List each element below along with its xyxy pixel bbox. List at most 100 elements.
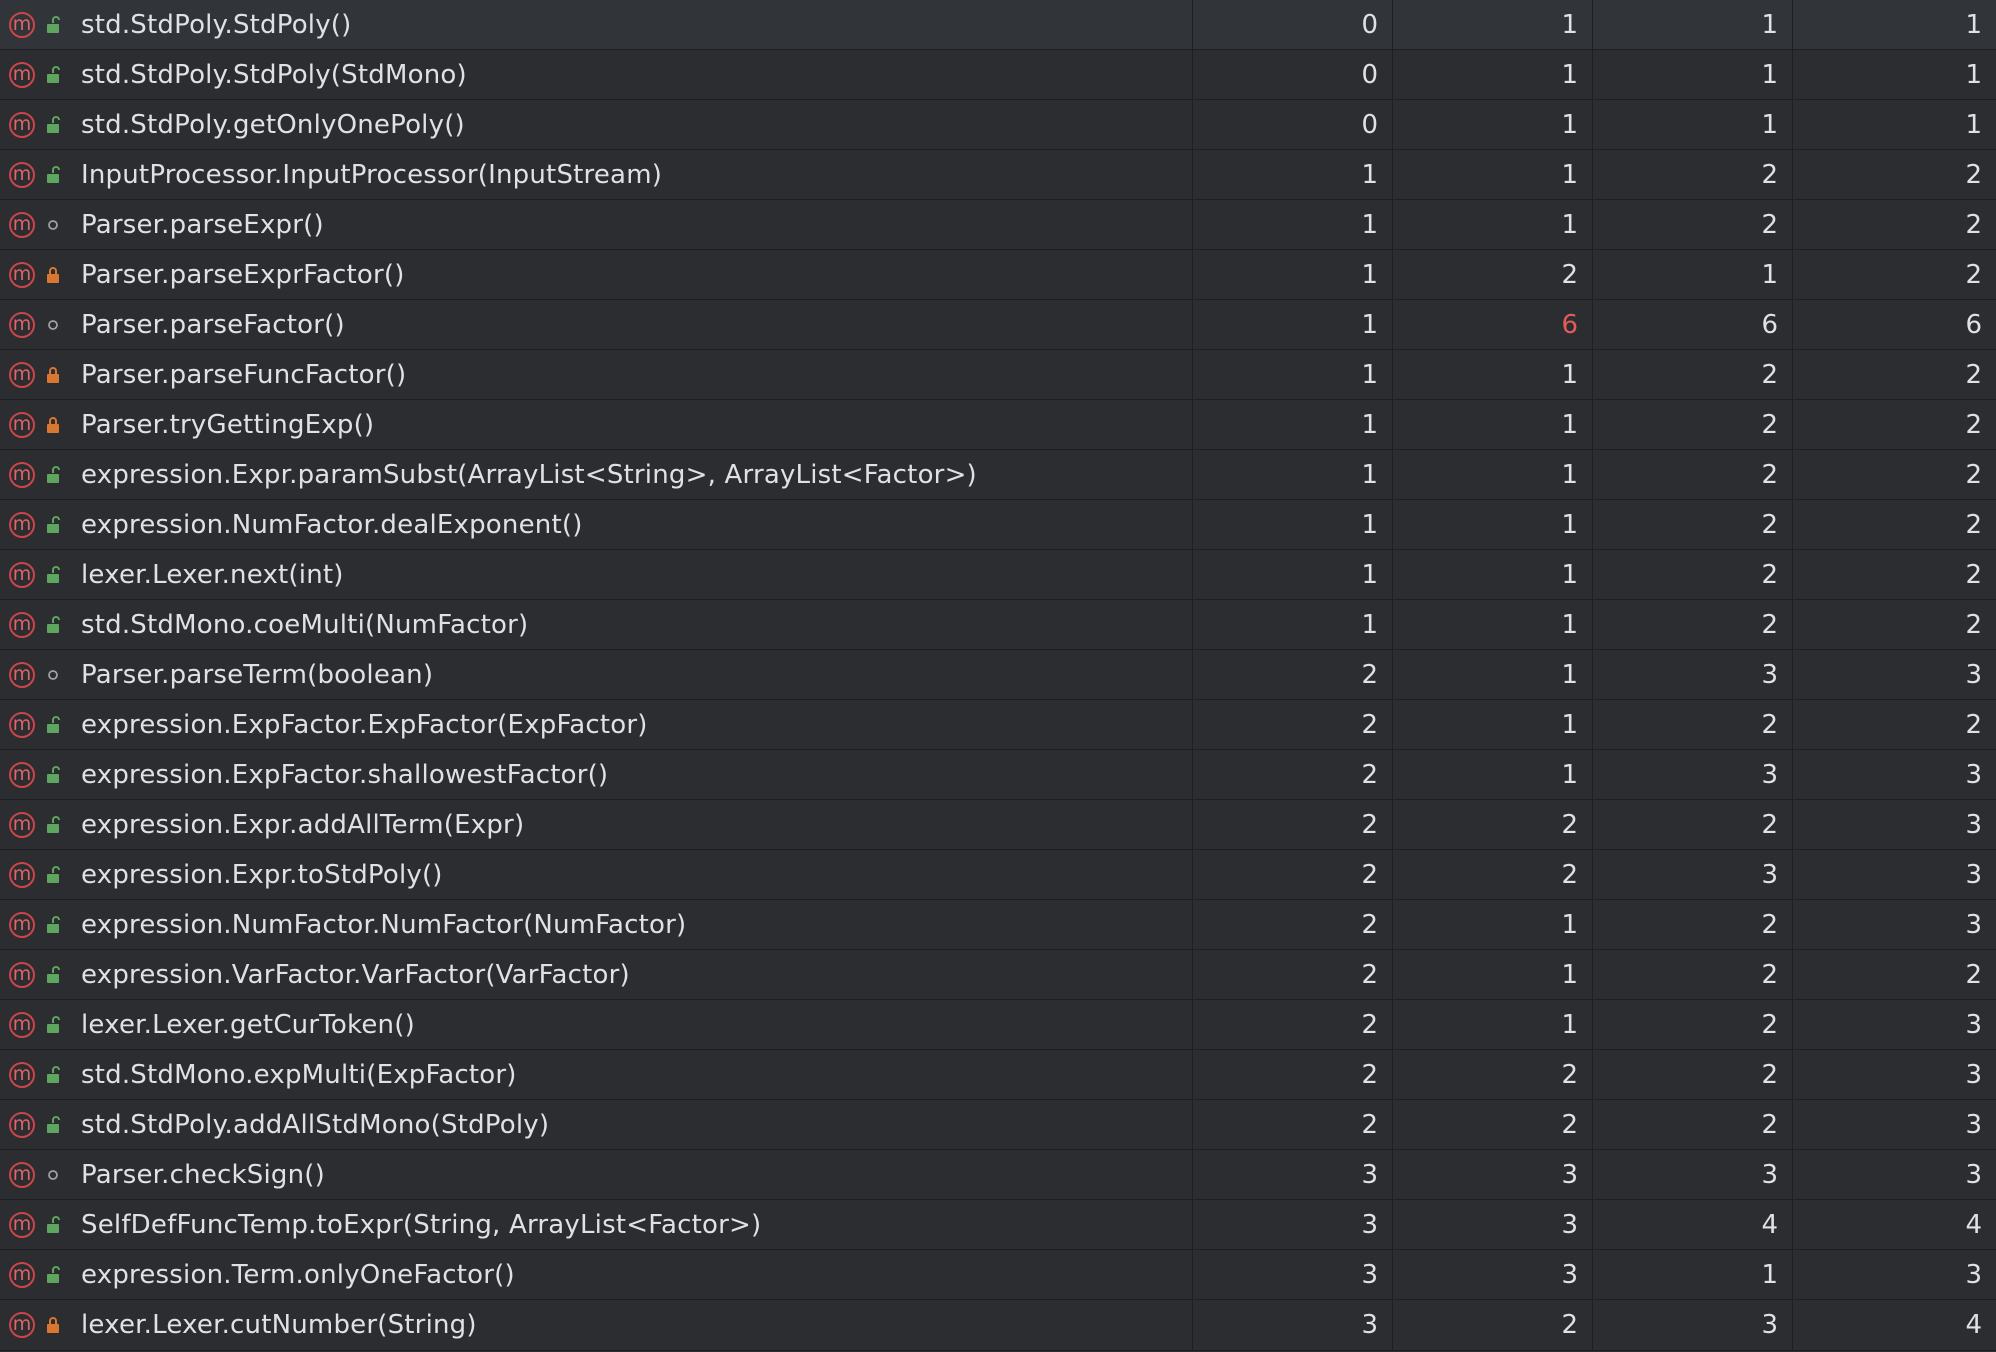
method-cell[interactable]: m expression.NumFactor.dealExponent() — [0, 500, 1193, 549]
table-row[interactable]: m expression.ExpFactor.ExpFactor(ExpFacto… — [0, 700, 1996, 750]
table-row[interactable]: m expression.VarFactor.VarFactor(VarFacto… — [0, 950, 1996, 1000]
table-row[interactable]: m expression.Term.onlyOneFactor() 3 3 1 3 — [0, 1250, 1996, 1300]
method-cell[interactable]: m Parser.parseFactor() — [0, 300, 1193, 349]
method-cell[interactable]: m lexer.Lexer.cutNumber(String) — [0, 1300, 1193, 1350]
metric-cell-1: 2 — [1193, 850, 1393, 899]
method-cell[interactable]: m lexer.Lexer.getCurToken() — [0, 1000, 1193, 1049]
method-cell[interactable]: m Parser.parseExpr() — [0, 200, 1193, 249]
table-row[interactable]: m std.StdMono.expMulti(ExpFactor) 2 2 2 3 — [0, 1050, 1996, 1100]
metric-cell-4: 2 — [1965, 259, 1982, 290]
method-icon: m — [9, 1011, 35, 1038]
table-row[interactable]: m std.StdPoly.StdPoly() 0 1 1 1 — [0, 0, 1996, 50]
method-cell[interactable]: m Parser.parseTerm(boolean) — [0, 650, 1193, 699]
table-row[interactable]: m std.StdPoly.StdPoly(StdMono) 0 1 1 1 — [0, 50, 1996, 100]
method-cell[interactable]: m std.StdPoly.addAllStdMono(StdPoly) — [0, 1100, 1193, 1149]
method-cell[interactable]: m std.StdMono.coeMulti(NumFactor) — [0, 600, 1193, 649]
package-circle-icon — [44, 215, 62, 235]
method-cell[interactable]: m lexer.Lexer.next(int) — [0, 550, 1193, 599]
method-icon: m — [9, 661, 35, 688]
method-icon: m — [9, 1061, 35, 1088]
metric-cell-4: 2 — [1965, 609, 1982, 640]
metric-cell-2: 3 — [1393, 1250, 1593, 1299]
package-circle-icon — [44, 665, 62, 685]
method-cell[interactable]: m Parser.parseExprFactor() — [0, 250, 1193, 299]
public-unlocked-icon — [44, 515, 62, 535]
method-cell[interactable]: m expression.VarFactor.VarFactor(VarFacto… — [0, 950, 1193, 999]
table-row[interactable]: m expression.Expr.addAllTerm(Expr) 2 2 2 3 — [0, 800, 1996, 850]
metric-cell-4: 2 — [1965, 159, 1982, 190]
metric-cell-1: 1 — [1193, 250, 1393, 299]
method-icon: m — [9, 11, 35, 38]
method-cell[interactable]: m Parser.checkSign() — [0, 1150, 1193, 1199]
metric-cell-2: 1 — [1393, 0, 1593, 49]
metric-cell-2: 1 — [1393, 150, 1593, 199]
method-cell[interactable]: m expression.Expr.paramSubst(ArrayList<St… — [0, 450, 1193, 499]
table-row[interactable]: m InputProcessor.InputProcessor(InputStre… — [0, 150, 1996, 200]
method-icon: m — [9, 961, 35, 988]
method-cell[interactable]: m expression.Expr.toStdPoly() — [0, 850, 1193, 899]
table-row[interactable]: m lexer.Lexer.getCurToken() 2 1 2 3 — [0, 1000, 1996, 1050]
method-name: InputProcessor.InputProcessor(InputStrea… — [81, 159, 663, 190]
method-cell[interactable]: m InputProcessor.InputProcessor(InputStre… — [0, 150, 1193, 199]
table-row[interactable]: m Parser.parseExpr() 1 1 2 2 — [0, 200, 1996, 250]
table-row[interactable]: m expression.ExpFactor.shallowestFactor()… — [0, 750, 1996, 800]
method-name: Parser.parseExpr() — [81, 209, 324, 240]
metric-cell-2: 1 — [1393, 750, 1593, 799]
metric-cell-2: 1 — [1393, 450, 1593, 499]
table-row[interactable]: m std.StdPoly.getOnlyOnePoly() 0 1 1 1 — [0, 100, 1996, 150]
public-unlocked-icon — [44, 565, 62, 585]
metric-cell-1: 2 — [1193, 800, 1393, 849]
method-cell[interactable]: m Parser.tryGettingExp() — [0, 400, 1193, 449]
table-row[interactable]: m expression.NumFactor.dealExponent() 1 1 2 2 — [0, 500, 1996, 550]
private-lock-icon — [44, 265, 62, 285]
method-cell[interactable]: m expression.Expr.addAllTerm(Expr) — [0, 800, 1193, 849]
method-cell[interactable]: m std.StdPoly.StdPoly(StdMono) — [0, 50, 1193, 99]
method-name: lexer.Lexer.cutNumber(String) — [81, 1310, 477, 1340]
table-row[interactable]: m Parser.parseFuncFactor() 1 1 2 2 — [0, 350, 1996, 400]
table-row[interactable]: m Parser.tryGettingExp() 1 1 2 2 — [0, 400, 1996, 450]
table-row[interactable]: m Parser.parseTerm(boolean) 2 1 3 3 — [0, 650, 1996, 700]
table-row[interactable]: m expression.Expr.toStdPoly() 2 2 3 3 — [0, 850, 1996, 900]
method-icon: m — [9, 361, 35, 388]
metric-cell-2: 1 — [1393, 900, 1593, 949]
metric-cell-4: 2 — [1965, 709, 1982, 740]
metric-cell-4: 4 — [1965, 1209, 1982, 1240]
table-row[interactable]: m Parser.parseFactor() 1 6 6 6 — [0, 300, 1996, 350]
metric-cell-4: 3 — [1965, 759, 1982, 790]
table-row[interactable]: m Parser.checkSign() 3 3 3 3 — [0, 1150, 1996, 1200]
method-icon: m — [9, 561, 35, 588]
table-row[interactable]: m SelfDefFuncTemp.toExpr(String, ArrayLis… — [0, 1200, 1996, 1250]
method-icon: m — [9, 461, 35, 488]
method-cell[interactable]: m SelfDefFuncTemp.toExpr(String, ArrayLis… — [0, 1200, 1193, 1249]
table-row[interactable]: m expression.NumFactor.NumFactor(NumFacto… — [0, 900, 1996, 950]
metric-cell-2: 1 — [1393, 1000, 1593, 1049]
metric-cell-1: 2 — [1193, 750, 1393, 799]
metric-cell-3: 3 — [1593, 650, 1793, 699]
method-cell[interactable]: m expression.ExpFactor.ExpFactor(ExpFacto… — [0, 700, 1193, 749]
method-name: std.StdPoly.StdPoly(StdMono) — [81, 59, 467, 90]
table-row[interactable]: m expression.Expr.paramSubst(ArrayList<St… — [0, 450, 1996, 500]
metric-cell-3: 2 — [1593, 350, 1793, 399]
metric-cell-4: 3 — [1965, 1009, 1982, 1040]
table-row[interactable]: m std.StdMono.coeMulti(NumFactor) 1 1 2 2 — [0, 600, 1996, 650]
metric-cell-1: 0 — [1193, 0, 1393, 49]
metric-cell-1: 2 — [1193, 700, 1393, 749]
method-icon: m — [9, 411, 35, 438]
method-cell[interactable]: m std.StdMono.expMulti(ExpFactor) — [0, 1050, 1193, 1099]
metric-cell-4: 3 — [1965, 1109, 1982, 1140]
method-cell[interactable]: m std.StdPoly.StdPoly() — [0, 0, 1193, 49]
metric-cell-2: 2 — [1393, 1100, 1593, 1149]
table-row[interactable]: m lexer.Lexer.next(int) 1 1 2 2 — [0, 550, 1996, 600]
method-cell[interactable]: m expression.Term.onlyOneFactor() — [0, 1250, 1193, 1299]
method-cell[interactable]: m Parser.parseFuncFactor() — [0, 350, 1193, 399]
table-row[interactable]: m std.StdPoly.addAllStdMono(StdPoly) 2 2 2 3 — [0, 1100, 1996, 1150]
metric-cell-3: 2 — [1593, 1000, 1793, 1049]
method-cell[interactable]: m expression.ExpFactor.shallowestFactor() — [0, 750, 1193, 799]
method-cell[interactable]: m expression.NumFactor.NumFactor(NumFacto… — [0, 900, 1193, 949]
table-row[interactable]: m lexer.Lexer.cutNumber(String) 3 2 3 4 — [0, 1300, 1996, 1351]
method-cell[interactable]: m std.StdPoly.getOnlyOnePoly() — [0, 100, 1193, 149]
table-row[interactable]: m Parser.parseExprFactor() 1 2 1 2 — [0, 250, 1996, 300]
metric-cell-4: 1 — [1965, 109, 1982, 140]
public-unlocked-icon — [44, 15, 62, 35]
method-name: std.StdPoly.addAllStdMono(StdPoly) — [81, 1109, 550, 1140]
